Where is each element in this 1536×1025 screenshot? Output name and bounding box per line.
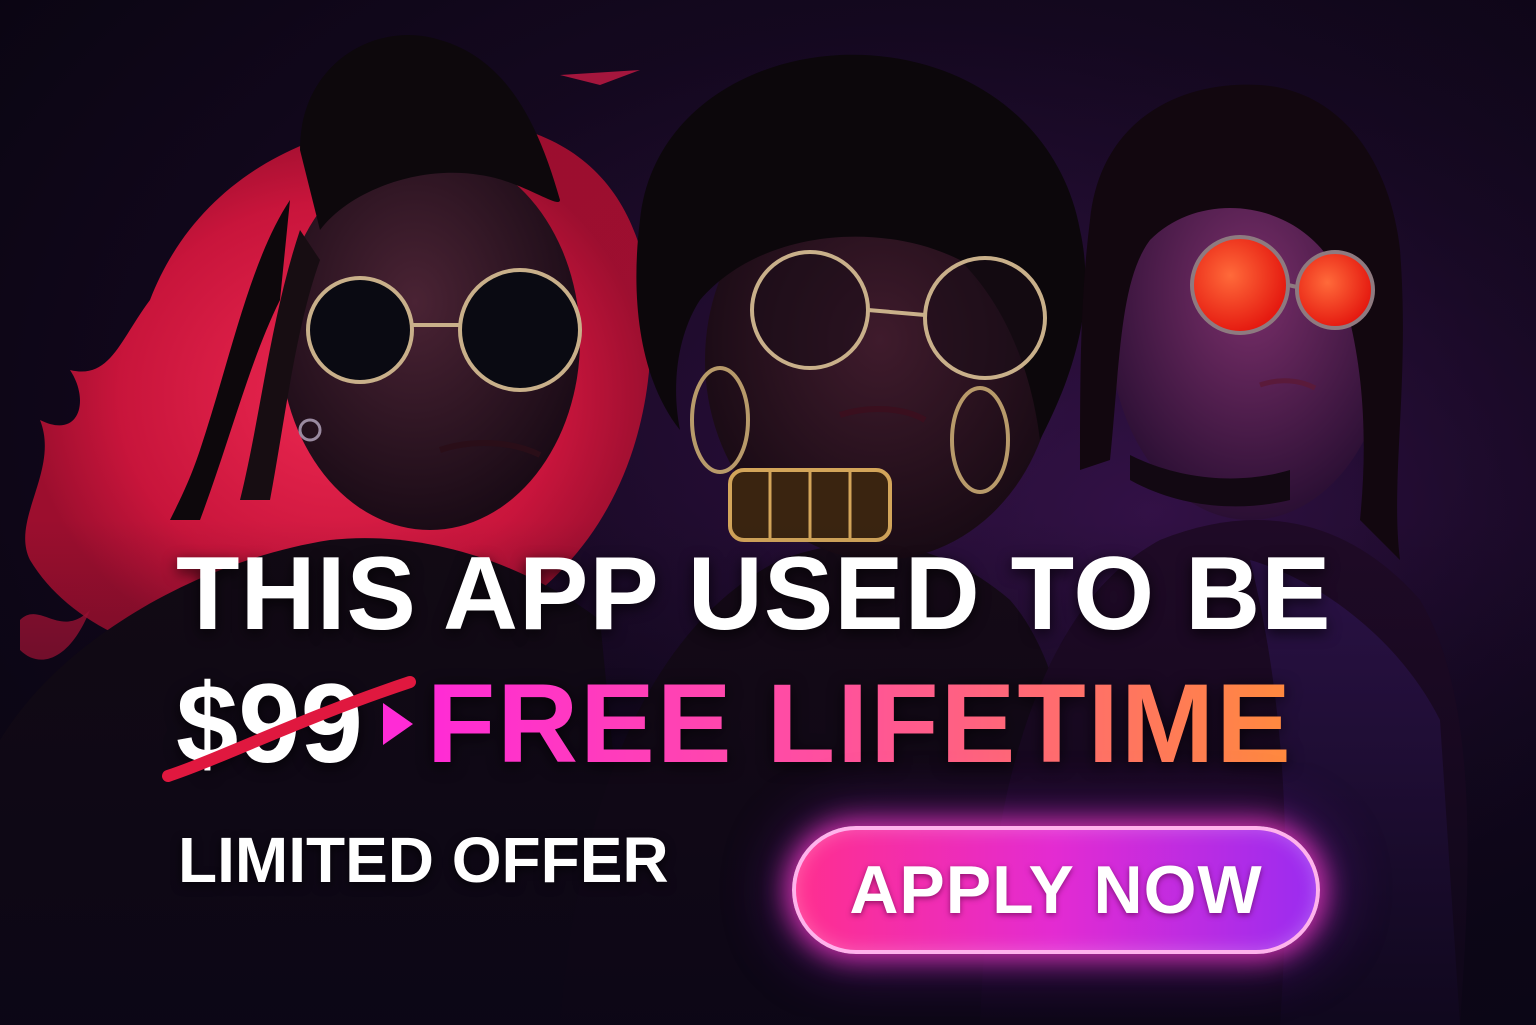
strikethrough-mark bbox=[162, 676, 416, 782]
apply-now-button[interactable]: APPLY NOW bbox=[792, 826, 1320, 954]
old-price: $99 bbox=[162, 668, 416, 782]
promo-banner: THIS APP USED TO BE $99 FREE LIFETIME LI… bbox=[0, 0, 1536, 1025]
new-price: FREE LIFETIME bbox=[426, 661, 1293, 786]
apply-now-label: APPLY NOW bbox=[849, 852, 1263, 928]
limited-offer-label: LIMITED OFFER bbox=[178, 824, 669, 896]
headline: THIS APP USED TO BE bbox=[176, 536, 1332, 652]
price-row: $99 FREE LIFETIME bbox=[162, 661, 1293, 786]
